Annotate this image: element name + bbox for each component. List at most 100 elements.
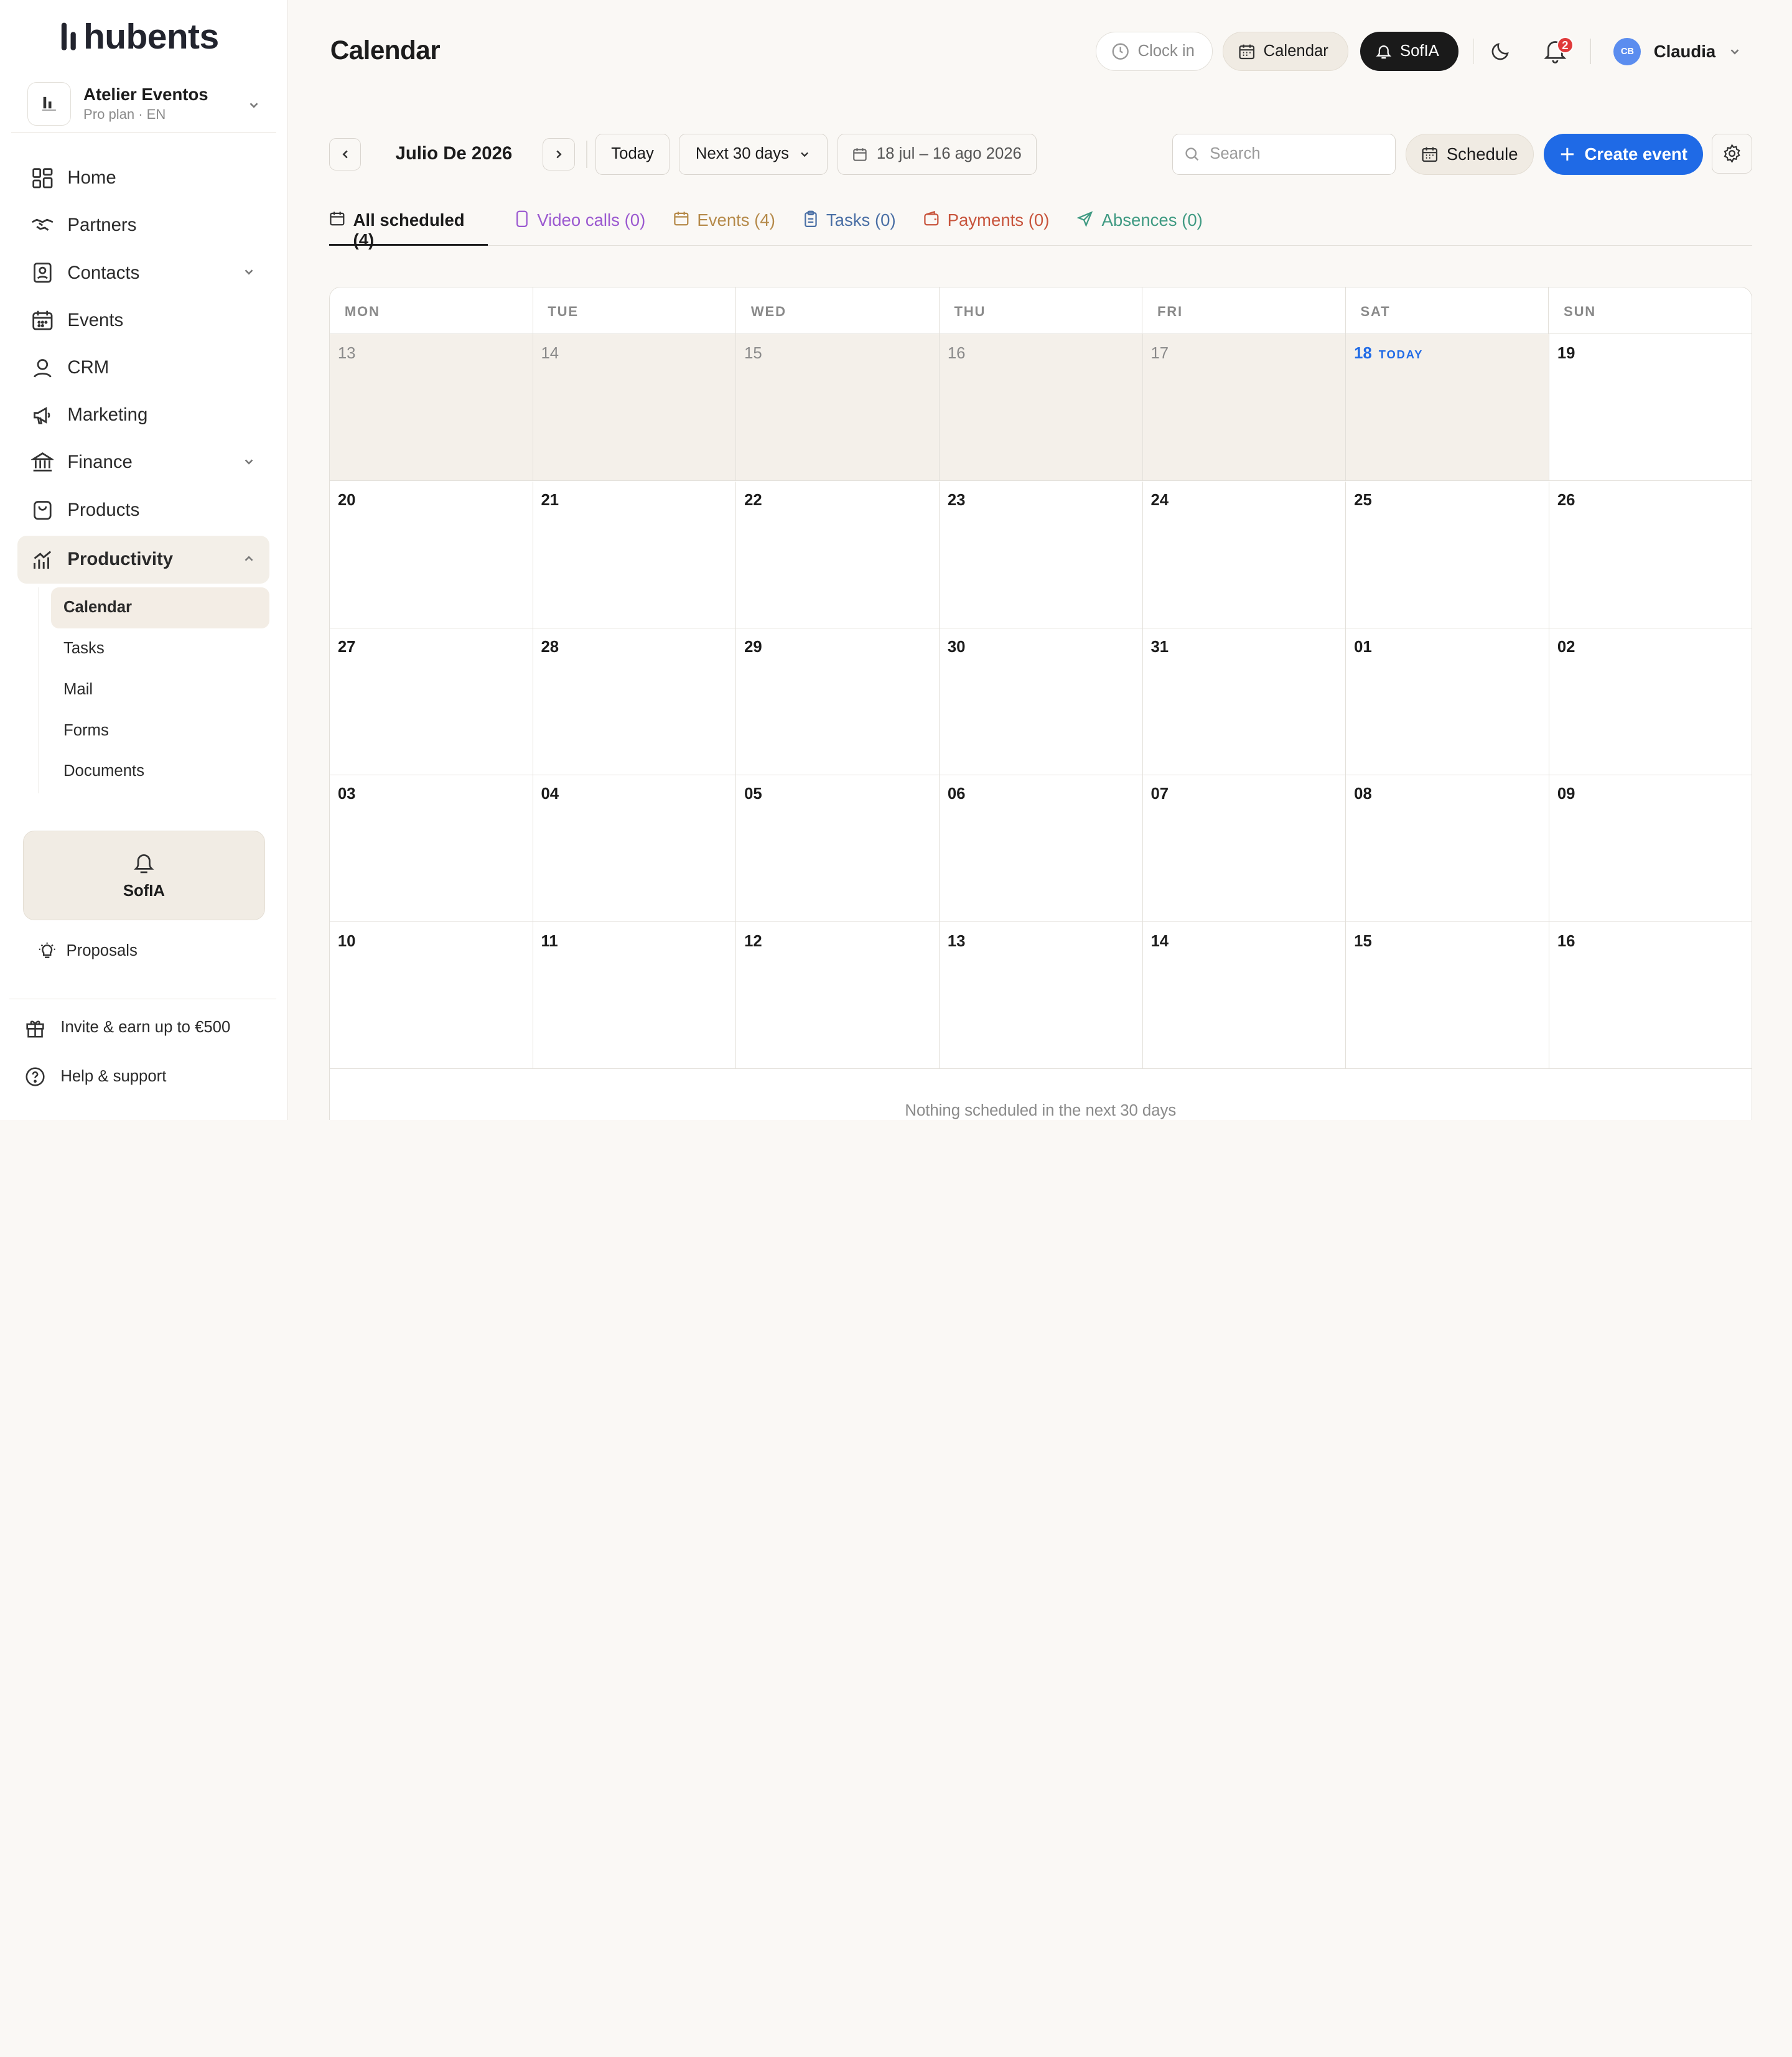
sofia-button[interactable]: SofIA xyxy=(1360,32,1458,71)
org-plan: Pro plan · EN xyxy=(83,106,166,123)
day-cell[interactable]: 24 xyxy=(1142,481,1346,628)
help-link[interactable]: Help & support xyxy=(25,1066,166,1087)
tab-events[interactable]: Events (4) xyxy=(673,206,775,246)
date-range-picker[interactable]: 18 jul – 16 ago 2026 xyxy=(838,133,1037,175)
day-cell[interactable]: 20 xyxy=(329,481,533,628)
day-number: 20 xyxy=(337,492,356,510)
brand-logo[interactable]: hubents xyxy=(60,16,219,57)
day-cell[interactable]: 14 xyxy=(1142,922,1346,1070)
day-cell[interactable]: 14 xyxy=(533,334,737,482)
today-label: TODAY xyxy=(1378,347,1424,361)
day-number: 04 xyxy=(541,785,559,803)
prev-month-button[interactable] xyxy=(329,138,362,170)
sidebar-subitem-documents[interactable]: Documents xyxy=(51,751,270,792)
day-number: 21 xyxy=(541,492,559,510)
day-cell[interactable]: 22 xyxy=(736,481,940,628)
sidebar-subitem-tasks[interactable]: Tasks xyxy=(51,628,270,669)
day-cell[interactable]: 08 xyxy=(1346,775,1549,923)
weekday-header: SAT xyxy=(1346,287,1549,334)
day-cell[interactable]: 30 xyxy=(939,628,1143,775)
day-cell[interactable]: 16 xyxy=(939,334,1143,482)
dark-mode-icon[interactable] xyxy=(1490,40,1512,62)
sidebar-subitem-calendar[interactable]: Calendar xyxy=(50,587,270,628)
sidebar-item-contacts[interactable]: Contacts xyxy=(17,249,270,296)
day-cell[interactable]: 03 xyxy=(329,775,533,923)
day-cell[interactable]: 04 xyxy=(533,775,737,923)
sidebar-item-events[interactable]: Events xyxy=(17,297,270,344)
day-cell[interactable]: 29 xyxy=(736,628,940,775)
day-cell[interactable]: 15 xyxy=(1346,922,1549,1070)
sidebar-item-productivity[interactable]: Productivity xyxy=(17,536,270,584)
day-cell[interactable]: 27 xyxy=(329,628,533,775)
sofia-card[interactable]: SofIA xyxy=(22,831,266,920)
clock-in-button[interactable]: Clock in xyxy=(1096,32,1213,71)
day-cell[interactable]: 19 xyxy=(1549,334,1752,482)
day-cell[interactable]: 25 xyxy=(1346,481,1549,628)
sidebar-subitem-forms[interactable]: Forms xyxy=(51,710,270,751)
sidebar-item-crm[interactable]: CRM xyxy=(17,344,270,391)
search-field[interactable] xyxy=(1172,133,1396,175)
day-cell[interactable]: 16 xyxy=(1549,922,1752,1070)
day-cell[interactable]: 01 xyxy=(1346,628,1549,775)
user-icon xyxy=(30,355,55,380)
tab-label: Video calls (0) xyxy=(537,210,646,230)
proposals-link[interactable]: Proposals xyxy=(38,941,138,959)
search-input[interactable] xyxy=(1210,145,1381,164)
tab-all-scheduled[interactable]: All scheduled (4) xyxy=(329,206,488,250)
day-cell[interactable]: 17 xyxy=(1142,334,1346,482)
day-cell[interactable]: 09 xyxy=(1549,775,1752,923)
day-cell[interactable]: 07 xyxy=(1142,775,1346,923)
day-cell[interactable]: 05 xyxy=(736,775,940,923)
day-cell[interactable]: 21 xyxy=(533,481,737,628)
sidebar-item-products[interactable]: Products xyxy=(17,486,270,533)
calendar-icon xyxy=(1421,146,1439,163)
org-avatar xyxy=(27,82,71,126)
day-cell-today[interactable]: 18 TODAY xyxy=(1346,334,1549,482)
day-cell[interactable]: 31 xyxy=(1142,628,1346,775)
weekday-header-row: MON TUE WED THU FRI SAT SUN xyxy=(329,287,1752,335)
sidebar-item-home[interactable]: Home xyxy=(17,154,270,202)
day-cell[interactable]: 06 xyxy=(939,775,1143,923)
org-switcher[interactable]: Atelier Eventos Pro plan · EN xyxy=(11,75,277,133)
weekday-header: WED xyxy=(736,287,940,334)
today-button[interactable]: Today xyxy=(595,133,670,175)
calendar-icon xyxy=(673,210,689,226)
tab-tasks[interactable]: Tasks (0) xyxy=(803,206,896,246)
sidebar-subitem-mail[interactable]: Mail xyxy=(51,669,270,711)
chevron-up-icon xyxy=(242,552,256,566)
day-number: 24 xyxy=(1150,492,1169,510)
sidebar-item-partners[interactable]: Partners xyxy=(17,202,270,249)
weekday-header: SUN xyxy=(1564,303,1597,319)
day-cell[interactable]: 10 xyxy=(329,922,533,1070)
tab-video-calls[interactable]: Video calls (0) xyxy=(515,206,646,246)
sidebar-item-label: Events xyxy=(67,309,124,330)
day-cell[interactable]: 15 xyxy=(736,334,940,482)
invite-link[interactable]: Invite & earn up to €500 xyxy=(25,1017,230,1038)
sidebar-item-finance[interactable]: Finance xyxy=(17,439,270,486)
productivity-submenu: Calendar Tasks Mail Forms Documents xyxy=(39,587,270,793)
schedule-button[interactable]: Schedule xyxy=(1406,133,1534,175)
create-event-button[interactable]: Create event xyxy=(1544,133,1703,175)
day-number: 19 xyxy=(1557,344,1575,362)
tab-label: All scheduled (4) xyxy=(353,210,465,250)
next-month-button[interactable] xyxy=(543,138,575,170)
user-menu[interactable]: CB Claudia xyxy=(1613,37,1742,65)
range-select[interactable]: Next 30 days xyxy=(678,133,828,175)
day-cell[interactable]: 23 xyxy=(939,481,1143,628)
day-cell[interactable]: 13 xyxy=(939,922,1143,1070)
calendar-button[interactable]: Calendar xyxy=(1223,32,1349,71)
day-cell[interactable]: 13 xyxy=(329,334,533,482)
weekday-header: TUE xyxy=(533,287,737,334)
sidebar-item-marketing[interactable]: Marketing xyxy=(17,391,270,439)
day-cell[interactable]: 11 xyxy=(533,922,737,1070)
settings-button[interactable] xyxy=(1712,133,1752,174)
day-number: 06 xyxy=(947,785,966,803)
day-cell[interactable]: 28 xyxy=(533,628,737,775)
logo-text: hubents xyxy=(83,16,219,57)
day-cell[interactable]: 02 xyxy=(1549,628,1752,775)
day-cell[interactable]: 12 xyxy=(736,922,940,1070)
tab-absences[interactable]: Absences (0) xyxy=(1076,206,1203,246)
divider xyxy=(1473,39,1475,64)
tab-payments[interactable]: Payments (0) xyxy=(923,206,1049,246)
day-cell[interactable]: 26 xyxy=(1549,482,1752,628)
